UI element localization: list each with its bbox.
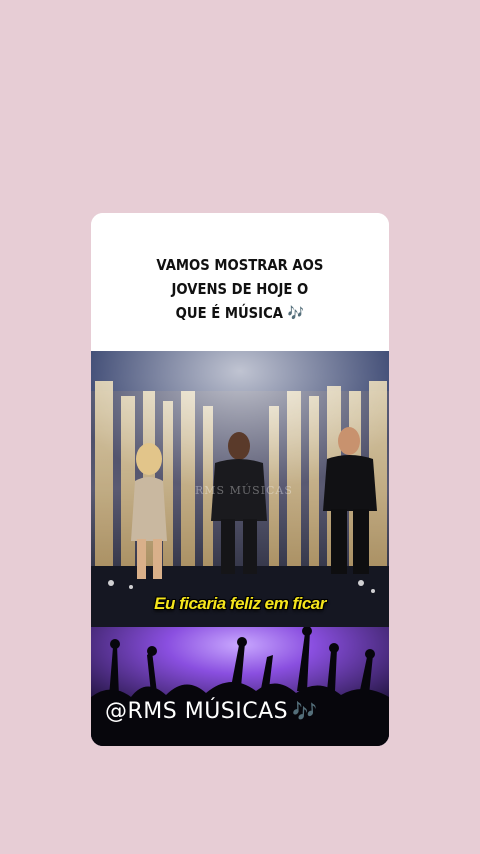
music-notes-icon: 🎶 — [292, 699, 318, 723]
account-handle: @RMS MÚSICAS 🎶 — [105, 699, 318, 724]
handle-text: @RMS MÚSICAS — [105, 699, 289, 724]
video-subtitle: Eu ficaria feliz em ficar — [154, 594, 326, 613]
video-frame[interactable]: RMS MÚSICAS Eu ficaria feliz em ficar — [91, 351, 389, 627]
caption-line-3: QUE É MÚSICA 🎶 — [175, 304, 305, 322]
caption-line-2: JOVENS DE HOJE O — [171, 280, 309, 298]
post-card[interactable]: VAMOS MOSTRAR AOS JOVENS DE HOJE O QUE É… — [91, 213, 389, 746]
branding-banner: @RMS MÚSICAS 🎶 — [91, 627, 389, 746]
video-watermark: RMS MÚSICAS — [195, 484, 293, 497]
crowd-silhouette — [91, 627, 389, 746]
caption-area: VAMOS MOSTRAR AOS JOVENS DE HOJE O QUE É… — [91, 213, 389, 351]
caption-text: VAMOS MOSTRAR AOS JOVENS DE HOJE O QUE É… — [157, 253, 324, 325]
caption-line-1: VAMOS MOSTRAR AOS — [156, 256, 324, 274]
